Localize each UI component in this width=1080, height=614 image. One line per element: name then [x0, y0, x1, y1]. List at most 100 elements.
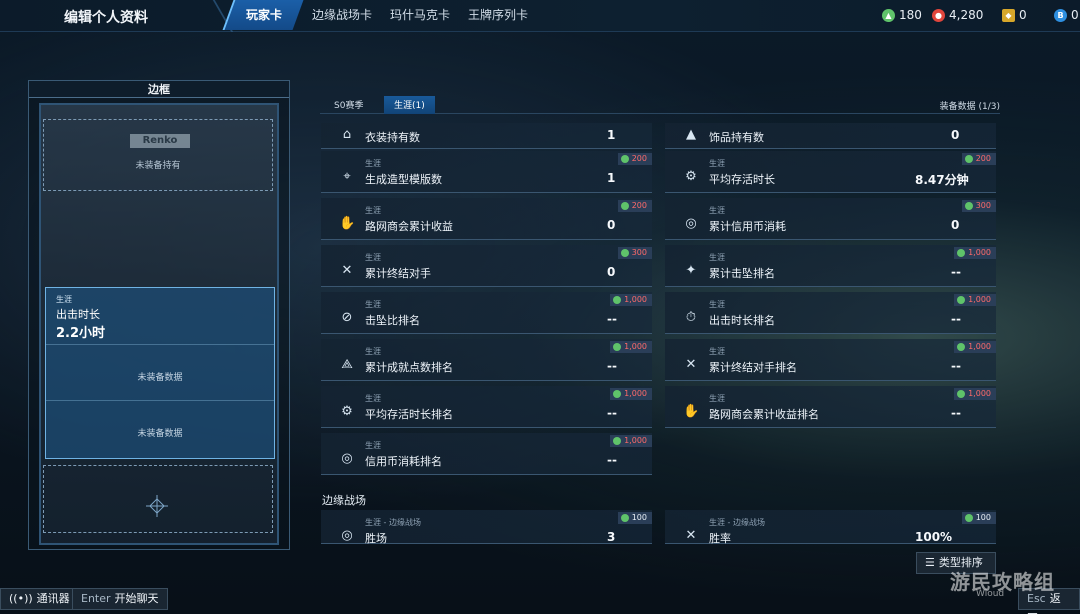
selected-stat-card[interactable]: 生涯 出击时长 2.2小时 未装备数据 未装备数据 — [45, 287, 275, 459]
red-credit-icon: ● — [932, 8, 945, 22]
stat-row[interactable]: ✕ 生涯 - 边缘战场 胜率 100% 100 — [665, 510, 996, 545]
frame-panel-title: 边框 — [29, 81, 289, 98]
stat-label: 胜率 — [709, 532, 731, 545]
stat-label: 路网商会累计收益排名 — [709, 408, 819, 421]
stat-category: 生涯 — [709, 394, 725, 403]
nameplate: Renko — [130, 134, 190, 148]
stat-category: 生涯 — [365, 253, 381, 262]
divider — [46, 344, 274, 345]
stat-row[interactable]: ⏱ 生涯 出击时长排名 -- 1,000 — [665, 292, 996, 334]
stat-row[interactable]: ⊘ 生涯 击坠比排名 -- 1,000 — [321, 292, 652, 334]
stat-row[interactable]: ⌖ 生涯 生成造型模版数 1 200 — [321, 151, 652, 193]
stat-value: -- — [607, 453, 617, 467]
stat-category: 生涯 — [365, 441, 381, 450]
stat-row[interactable]: ✋ 生涯 路网商会累计收益 0 200 — [321, 198, 652, 240]
stat-row[interactable]: ⚙ 生涯 平均存活时长 8.47分钟 200 — [665, 151, 996, 193]
frame-panel: 边框 Renko 未装备持有 生涯 出击时长 2.2小时 未装备数据 未装备数据 — [28, 80, 290, 550]
stat-row[interactable]: ▲ 饰品持有数 0 — [665, 123, 996, 149]
gold-coin-icon: ◆ — [1002, 8, 1015, 22]
stat-row[interactable]: ✋ 生涯 路网商会累计收益排名 -- 1,000 — [665, 386, 996, 428]
stat-row[interactable]: ◎ 生涯 信用币消耗排名 -- 1,000 — [321, 433, 652, 475]
stat-label: 累计击坠排名 — [709, 267, 775, 280]
page-title: 编辑个人资料 — [64, 10, 148, 26]
tab-mashmark-card[interactable]: 玛什马克卡 — [390, 0, 450, 30]
reward-badge: 1,000 — [610, 294, 652, 306]
reward-badge: 200 — [617, 153, 652, 165]
green-token-icon: ▲ — [882, 8, 895, 22]
stat-label: 出击时长排名 — [709, 314, 775, 327]
tab-player-card[interactable]: 玩家卡 — [222, 0, 304, 30]
stat-card-category: 生涯 — [56, 295, 72, 304]
slot-empty-label: 未装备持有 — [135, 161, 181, 171]
stat-card-label: 出击时长 — [56, 308, 100, 321]
stat-category: 生涯 — [365, 159, 381, 168]
stat-value: 8.47分钟 — [915, 173, 969, 187]
stat-category: 生涯 — [365, 300, 381, 309]
player-card-preview[interactable]: Renko 未装备持有 生涯 出击时长 2.2小时 未装备数据 未装备数据 — [39, 103, 279, 545]
currency-gold: ◆ 0 — [1002, 8, 1027, 22]
stat-category: 生涯 — [709, 159, 725, 168]
chat-key: Enter — [81, 592, 111, 605]
stat-value: -- — [951, 359, 961, 373]
stat-row[interactable]: ⚙ 生涯 平均存活时长排名 -- 1,000 — [321, 386, 652, 428]
list-icon: ☰ — [925, 556, 935, 569]
stat-value: 100% — [915, 530, 953, 544]
stat-row[interactable]: ✦ 生涯 累计击坠排名 -- 1,000 — [665, 245, 996, 287]
currency-blue: B 0 — [1054, 8, 1079, 22]
empty-slot-label[interactable]: 未装备数据 — [46, 426, 274, 439]
tab-career[interactable]: 生涯(1) — [384, 96, 435, 114]
stat-category: 生涯 — [709, 253, 725, 262]
stat-label: 饰品持有数 — [709, 131, 764, 144]
credit-rank-icon: ◎ — [341, 451, 353, 466]
eliminate-icon: ✕ — [341, 263, 353, 278]
radio-icon: ((•)) — [9, 592, 33, 605]
stat-value: -- — [951, 265, 961, 279]
stat-row[interactable]: ✕ 生涯 累计终结对手 0 300 — [321, 245, 652, 287]
reward-badge: 100 — [617, 512, 652, 524]
eliminate-rank-icon: ✕ — [685, 357, 697, 372]
stat-value: -- — [607, 406, 617, 420]
reward-badge: 200 — [617, 200, 652, 212]
stat-row[interactable]: ◎ 生涯 累计信用币消耗 0 300 — [665, 198, 996, 240]
achievement-icon: ⟁ — [341, 357, 353, 372]
reward-badge: 100 — [961, 512, 996, 524]
stat-row[interactable]: ⟁ 生涯 累计成就点数排名 -- 1,000 — [321, 339, 652, 381]
stat-value: -- — [607, 312, 617, 326]
top-bar: 编辑个人资料 玩家卡 边缘战场卡 玛什马克卡 王牌序列卡 ▲ 180 ● 4,2… — [0, 0, 1080, 32]
watermark-sub: Wioud — [976, 589, 1005, 599]
comm-button[interactable]: ((•)) 通讯器 — [0, 588, 79, 610]
empty-slot-label[interactable]: 未装备数据 — [46, 370, 274, 383]
stat-label: 胜场 — [365, 532, 387, 545]
outfit-icon: ⌂ — [342, 127, 352, 142]
stat-row[interactable]: ✕ 生涯 累计终结对手排名 -- 1,000 — [665, 339, 996, 381]
reward-badge: 200 — [961, 153, 996, 165]
tab-battlefield-card[interactable]: 边缘战场卡 — [312, 0, 372, 30]
template-icon: ⌖ — [343, 169, 351, 184]
wins-icon: ◎ — [341, 528, 353, 543]
winrate-icon: ✕ — [685, 528, 697, 543]
reward-badge: 1,000 — [954, 341, 996, 353]
stat-category: 生涯 — [365, 347, 381, 356]
stat-label: 平均存活时长 — [709, 173, 775, 186]
tab-ace-card[interactable]: 王牌序列卡 — [468, 0, 528, 30]
stat-card-value: 2.2小时 — [56, 326, 106, 341]
stat-label: 信用币消耗排名 — [365, 455, 442, 468]
accessory-icon: ▲ — [686, 127, 696, 142]
reward-badge: 1,000 — [610, 341, 652, 353]
stat-category: 生涯 — [709, 347, 725, 356]
chat-button[interactable]: Enter 开始聊天 — [72, 588, 168, 610]
reward-badge: 300 — [617, 247, 652, 259]
stat-label: 路网商会累计收益 — [365, 220, 453, 233]
stat-value: 0 — [607, 218, 616, 232]
stat-row[interactable]: ◎ 生涯 - 边缘战场 胜场 3 100 — [321, 510, 652, 545]
top-slot[interactable]: Renko 未装备持有 — [43, 119, 273, 191]
reward-badge: 300 — [961, 200, 996, 212]
reward-badge: 1,000 — [610, 388, 652, 400]
tab-season[interactable]: S0赛季 — [334, 98, 363, 111]
reward-badge: 1,000 — [954, 247, 996, 259]
stat-value: 0 — [951, 128, 960, 142]
stat-value: 1 — [607, 171, 616, 185]
stat-value: -- — [607, 359, 617, 373]
stat-row[interactable]: ⌂ 衣装持有数 1 — [321, 123, 652, 149]
stat-value: 3 — [607, 530, 616, 544]
